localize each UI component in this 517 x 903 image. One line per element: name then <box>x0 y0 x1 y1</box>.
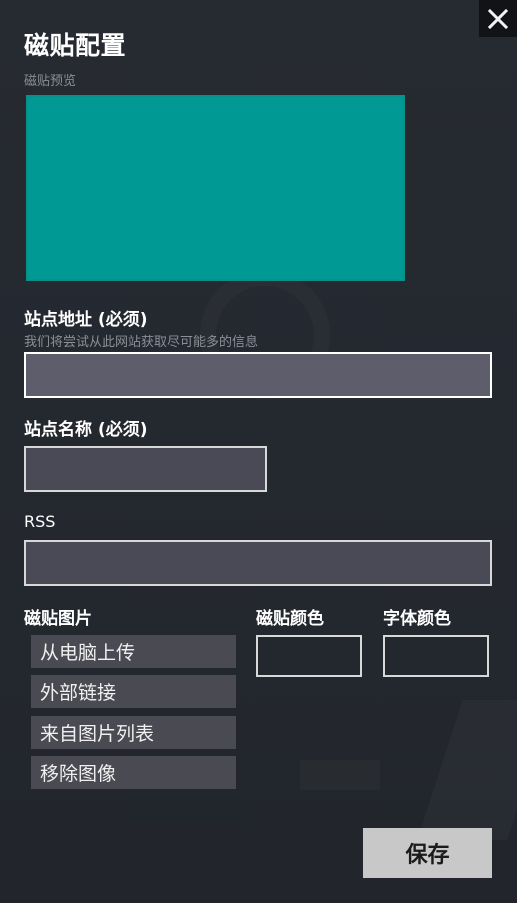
background-decoration <box>300 760 380 790</box>
save-button[interactable]: 保存 <box>363 828 492 878</box>
upload-from-computer-button[interactable]: 从电脑上传 <box>31 635 236 668</box>
font-color-label: 字体颜色 <box>383 609 451 629</box>
tile-color-picker[interactable] <box>256 635 362 677</box>
tile-config-dialog: 磁贴配置 磁贴预览 站点地址 (必须) 我们将尝试从此网站获取尽可能多的信息 站… <box>0 0 517 903</box>
tile-color-label: 磁贴颜色 <box>256 609 324 629</box>
site-url-hint: 我们将尝试从此网站获取尽可能多的信息 <box>24 335 259 350</box>
external-link-button[interactable]: 外部链接 <box>31 675 236 708</box>
preview-label: 磁贴预览 <box>24 74 77 89</box>
site-name-label: 站点名称 (必须) <box>24 420 148 440</box>
site-url-input[interactable] <box>24 352 492 398</box>
from-image-list-button[interactable]: 来自图片列表 <box>31 716 236 749</box>
site-name-input[interactable] <box>24 446 267 492</box>
site-url-label: 站点地址 (必须) <box>24 310 148 330</box>
dialog-title: 磁贴配置 <box>24 31 127 60</box>
font-color-picker[interactable] <box>383 635 489 677</box>
rss-label: RSS <box>24 512 56 531</box>
close-button[interactable] <box>479 0 517 37</box>
close-icon <box>488 8 508 29</box>
tile-image-label: 磁贴图片 <box>24 609 92 629</box>
remove-image-button[interactable]: 移除图像 <box>31 756 236 789</box>
background-decoration <box>417 700 517 840</box>
rss-input[interactable] <box>24 540 492 586</box>
tile-preview <box>26 95 405 281</box>
